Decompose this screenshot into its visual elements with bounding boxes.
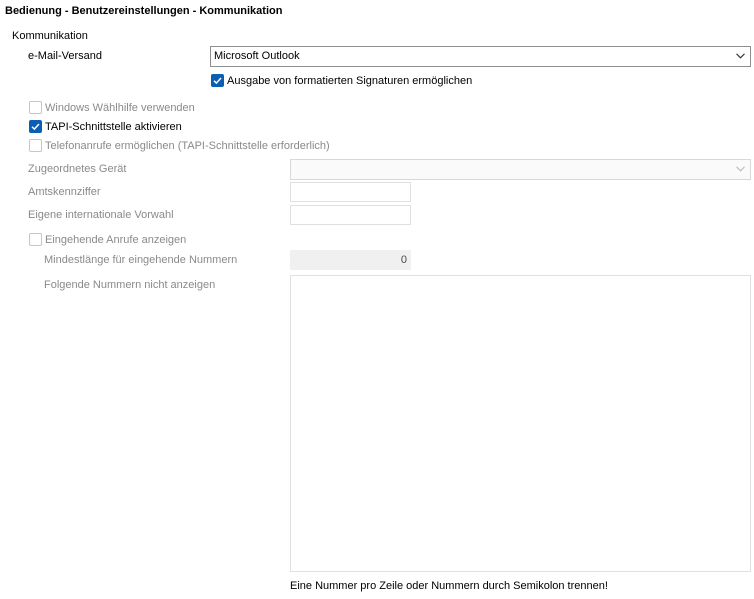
- assigned-device-label: Zugeordnetes Gerät: [28, 163, 127, 175]
- windows-dialer-label: Windows Wählhilfe verwenden: [45, 102, 195, 114]
- checkmark-icon: [213, 77, 222, 85]
- section-label-kommunikation: Kommunikation: [12, 30, 88, 42]
- incoming-calls-label: Eingehende Anrufe anzeigen: [45, 234, 187, 246]
- hidden-numbers-label: Folgende Nummern nicht anzeigen: [44, 279, 216, 291]
- email-dispatch-label: e-Mail-Versand: [28, 50, 102, 62]
- min-length-input[interactable]: 0: [290, 250, 411, 270]
- checkmark-icon: [31, 123, 40, 131]
- assigned-device-select[interactable]: [290, 159, 751, 180]
- chevron-down-icon: [736, 53, 745, 59]
- incoming-calls-checkbox[interactable]: [29, 233, 42, 246]
- signatures-label: Ausgabe von formatierten Signaturen ermö…: [227, 75, 473, 87]
- windows-dialer-checkbox[interactable]: [29, 101, 42, 114]
- intl-prefix-label: Eigene internationale Vorwahl: [28, 209, 174, 221]
- email-dispatch-select[interactable]: Microsoft Outlook: [210, 46, 751, 67]
- tapi-checkbox[interactable]: [29, 120, 42, 133]
- page-title: Bedienung - Benutzereinstellungen - Komm…: [5, 5, 283, 17]
- chevron-down-icon: [736, 166, 745, 172]
- min-length-label: Mindestlänge für eingehende Nummern: [44, 254, 238, 266]
- exchange-code-label: Amtskennziffer: [28, 186, 101, 198]
- email-dispatch-value: Microsoft Outlook: [214, 50, 300, 62]
- tapi-label: TAPI-Schnittstelle aktivieren: [45, 121, 182, 133]
- exchange-code-input[interactable]: [290, 182, 411, 202]
- intl-prefix-input[interactable]: [290, 205, 411, 225]
- signatures-checkbox[interactable]: [211, 74, 224, 87]
- hint-text: Eine Nummer pro Zeile oder Nummern durch…: [290, 580, 608, 592]
- hidden-numbers-textarea[interactable]: [290, 275, 751, 572]
- phone-calls-label: Telefonanrufe ermöglichen (TAPI-Schnitts…: [45, 140, 330, 152]
- phone-calls-checkbox[interactable]: [29, 139, 42, 152]
